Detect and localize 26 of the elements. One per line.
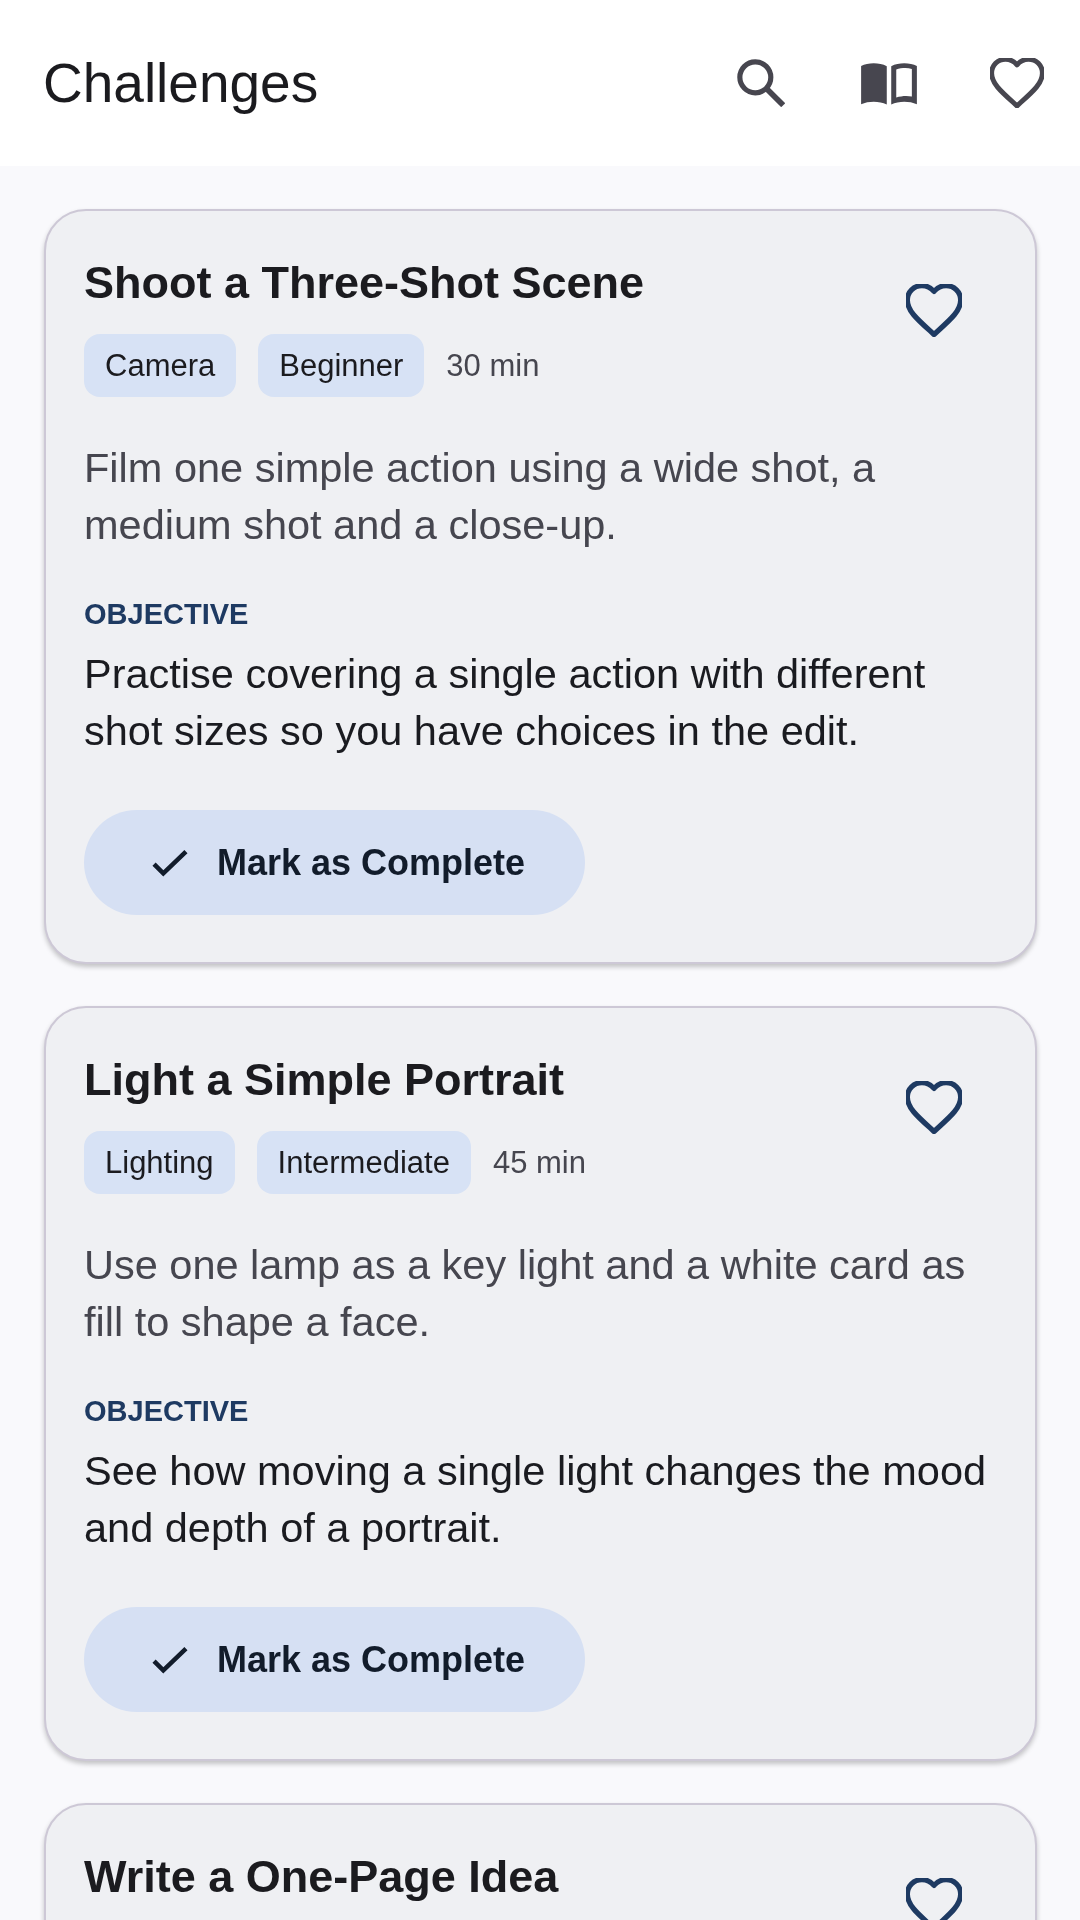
mark-complete-button[interactable]: Mark as Complete [84,810,586,915]
app-title: Challenges [43,51,320,116]
tag-chip: Camera [84,334,237,397]
book-icon[interactable] [859,60,918,106]
challenge-title: Shoot a Three-Shot Scene [84,256,646,310]
duration-text: 45 min [492,1144,586,1181]
heart-icon[interactable] [989,58,1044,108]
tag-chip: Beginner [258,334,425,397]
mark-complete-button[interactable]: Mark as Complete [84,1607,586,1712]
search-icon[interactable] [736,59,785,107]
tag-chip: Lighting [84,1131,235,1194]
objective-label: OBJECTIVE [84,597,250,632]
challenge-description: Use one lamp as a key light and a white card as fill to shape a face. [84,1240,967,1347]
tag-chip: Intermediate [256,1131,471,1194]
challenge-description: Film one simple action using a wide shot, a medium shot and a close-up. [84,443,877,550]
objective-text: See how moving a single light changes the mood and depth of a portrait. [84,1446,988,1553]
objective-label: OBJECTIVE [84,1394,250,1429]
challenge-title: Write a One-Page Idea [84,1850,560,1904]
check-icon [152,848,188,877]
duration-text: 30 min [446,347,540,384]
objective-text: Practise covering a single action with different shot sizes so you have choices in the edit. [84,649,927,756]
check-icon [152,1645,188,1674]
heart-icon[interactable] [906,284,962,337]
heart-icon[interactable] [906,1878,962,1920]
challenge-title: Light a Simple Portrait [84,1053,566,1107]
heart-icon[interactable] [906,1081,962,1134]
